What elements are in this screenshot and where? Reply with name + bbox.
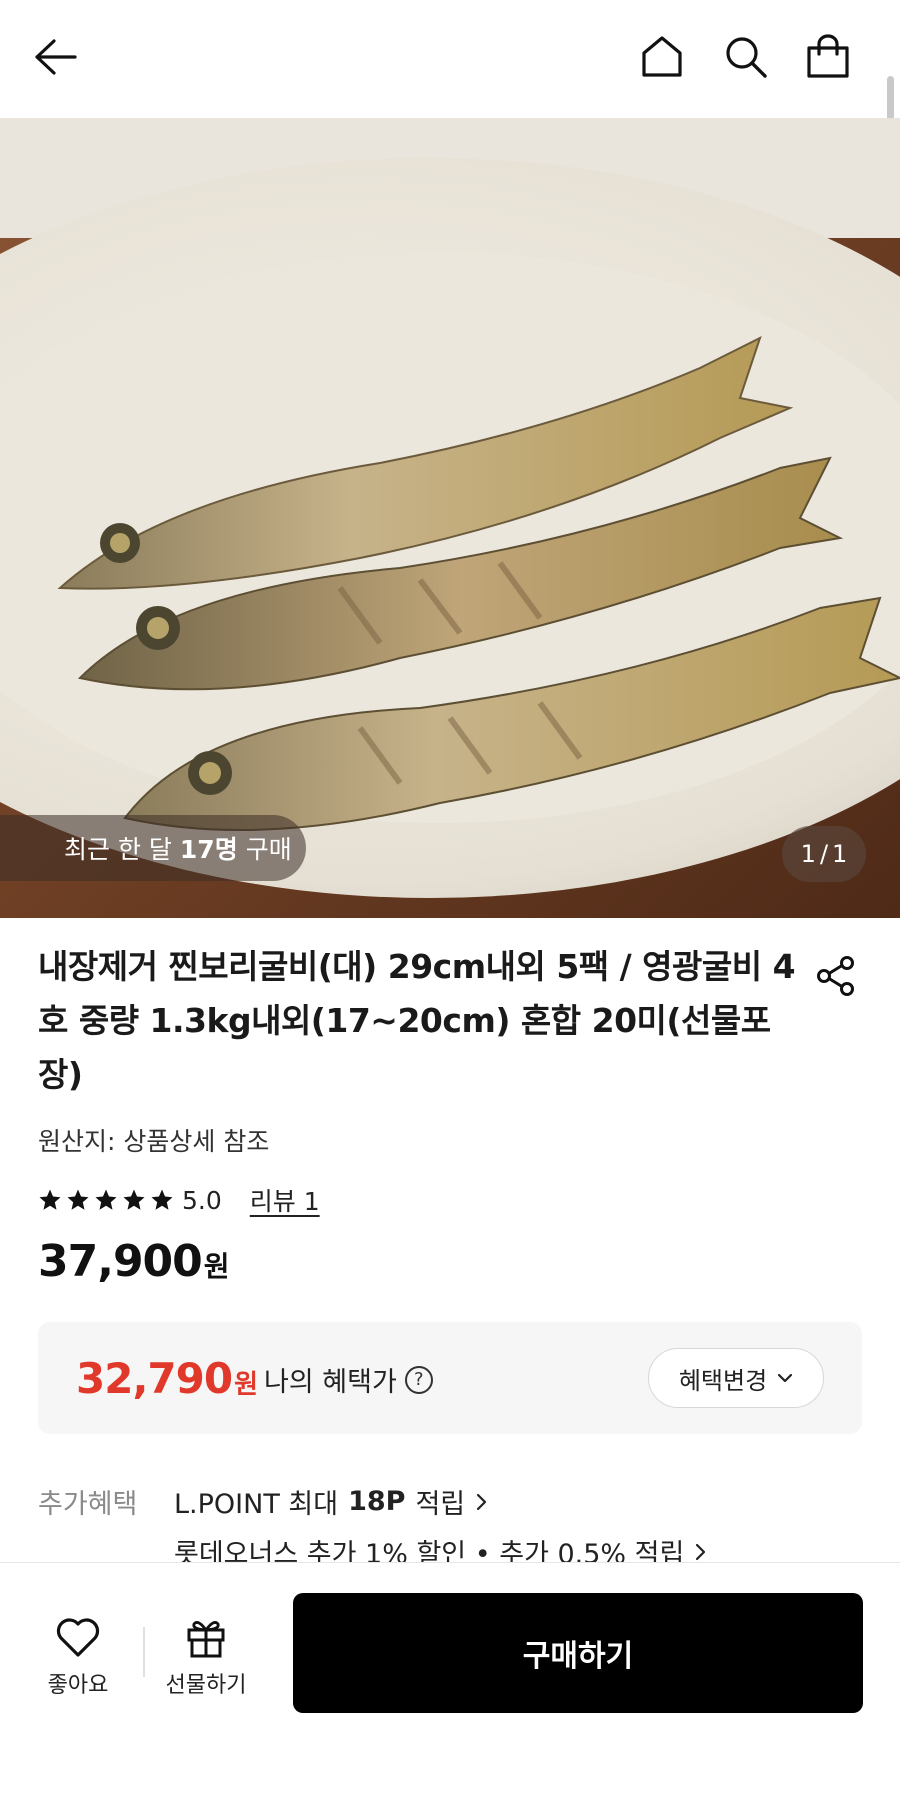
change-benefit-label: 혜택변경 [678,1366,768,1395]
recent-prefix: 최근 한 달 [64,835,172,864]
gift-icon [187,1621,225,1658]
origin-info: 원산지: 상품상세 참조 [38,1127,270,1156]
price-unit: 원 [203,1250,230,1283]
price-amount: 37,900 [38,1236,203,1287]
share-button[interactable] [808,948,864,1004]
rating-value: 5.0 [182,1185,222,1215]
star-icon [151,1189,173,1210]
like-button[interactable]: 좋아요 [30,1611,126,1711]
shopping-bag-icon [807,34,849,78]
image-page-counter: 1 / 1 [782,826,866,882]
chevron-right-icon [477,1493,487,1510]
product-title: 내장제거 찐보리굴비(대) 29cm내외 5팩 / 영광굴비 4호 중량 1.3… [38,947,796,1094]
original-price: 37,900 원 [38,1236,230,1287]
benefit-label-group: 나의 혜택가 ? [264,1360,433,1399]
star-icon [95,1189,117,1210]
divider [143,1627,145,1677]
recent-suffix: 구매 [245,835,292,864]
shopping-bag-button[interactable] [800,29,856,85]
gift-button[interactable]: 선물하기 [154,1611,258,1711]
review-link[interactable]: 리뷰 1 [250,1182,320,1218]
lpoint-suffix: 적립 [415,1489,466,1520]
heart-icon [56,1618,100,1657]
home-button[interactable] [634,29,690,85]
lpoint-points: 18P [348,1486,406,1517]
benefit-label: 나의 혜택가 [264,1367,397,1398]
star-icon [39,1189,61,1210]
product-detail-screen: 최근 한 달 17명 구매 1 / 1 내장제거 찐보리굴비(대) 29cm내외… [0,0,900,1816]
star-icon [123,1189,145,1210]
recent-count: 17명 [179,835,238,864]
top-header [0,0,900,118]
page-total: 1 [832,840,848,868]
share-icon [817,956,854,996]
question-circle-icon[interactable]: ? [404,1365,433,1394]
star-icon [67,1189,89,1210]
back-button[interactable] [27,29,83,85]
arrow-left-icon [35,39,77,75]
benefit-price-unit: 원 [234,1370,258,1400]
product-image-carousel[interactable] [0,118,900,918]
like-label: 좋아요 [47,1673,109,1698]
buy-button[interactable]: 구매하기 [293,1593,863,1713]
benefit-price: 32,790 원 [76,1354,258,1403]
search-button[interactable] [718,29,774,85]
lpoint-benefit-link[interactable]: L.POINT 최대 18P 적립 [174,1482,487,1521]
recent-purchase-badge: 최근 한 달 17명 구매 [0,815,306,881]
bottom-action-bar: 좋아요 선물하기 구매하기 [0,1562,900,1816]
benefit-price-amount: 32,790 [76,1354,233,1403]
gift-label: 선물하기 [165,1673,247,1698]
home-icon [642,36,682,77]
change-benefit-button[interactable]: 혜택변경 [648,1348,824,1408]
chevron-down-icon [778,1373,793,1383]
page-separator: / [819,840,829,868]
rating-row: 5.0 리뷰 1 [38,1182,320,1218]
rating-stars [38,1188,174,1212]
benefit-price-box: 32,790 원 나의 혜택가 ? 혜택변경 [38,1322,862,1434]
extra-benefit-label: 추가혜택 [38,1489,138,1520]
page-current: 1 [800,840,816,868]
lpoint-prefix: L.POINT 최대 [174,1489,339,1520]
product-photo [0,118,900,918]
chevron-right-icon [696,1543,706,1560]
search-icon [726,37,767,78]
